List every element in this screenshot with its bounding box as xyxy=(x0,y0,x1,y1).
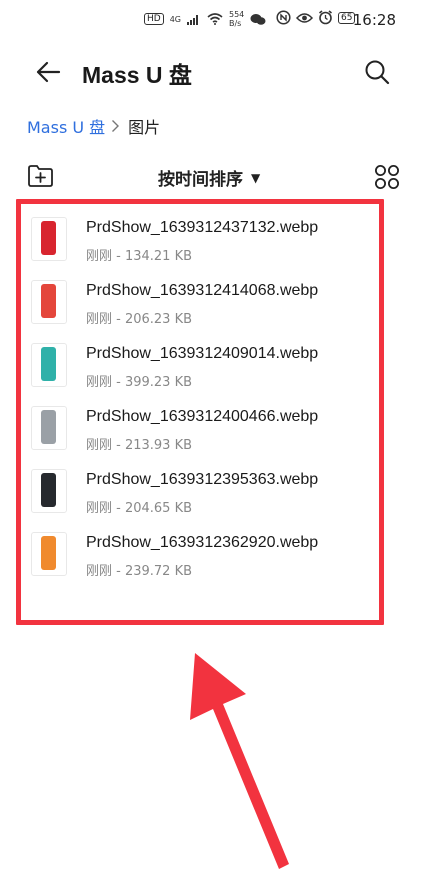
annotation-arrow xyxy=(190,653,289,869)
